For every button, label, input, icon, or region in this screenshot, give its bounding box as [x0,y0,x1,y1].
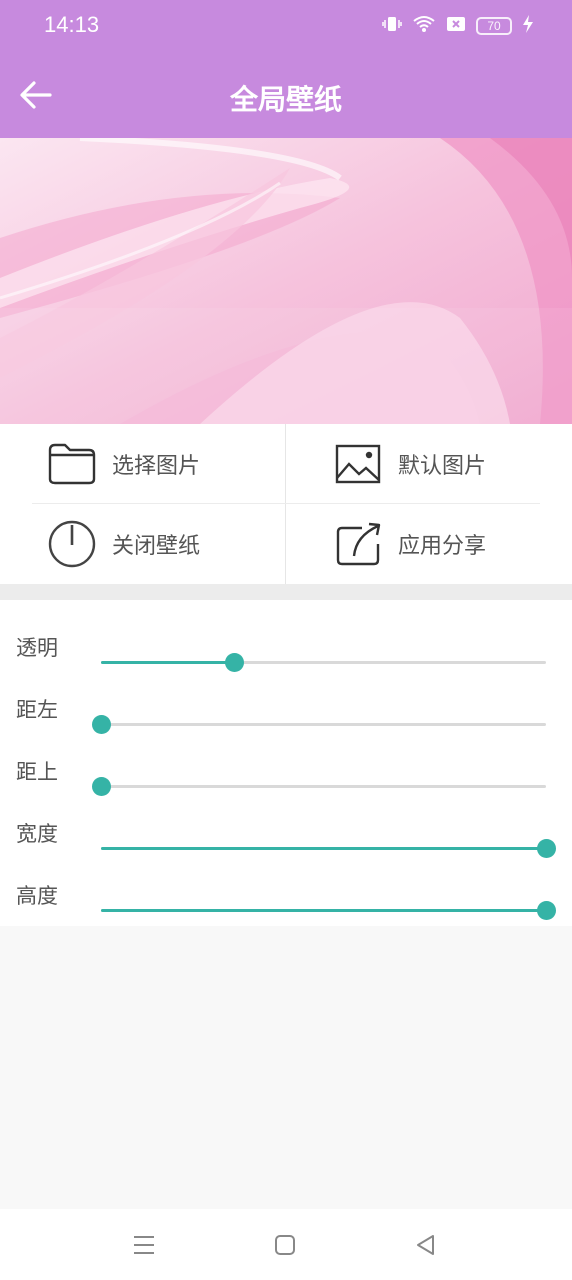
sim-blocked-icon [446,15,466,37]
top-offset-slider[interactable] [91,777,546,796]
height-slider[interactable] [101,901,556,920]
status-bar: 14:13 70 [0,0,572,52]
slider-row-left: 距左 [0,677,572,739]
slider-fill [101,661,235,664]
slider-thumb[interactable] [536,901,556,920]
status-icons: 70 [382,14,534,38]
top-offset-label: 距上 [16,760,58,784]
home-icon [275,1235,295,1255]
width-slider[interactable] [101,839,556,858]
power-icon [46,518,98,570]
slider-panel: 透明 距左 距上 宽度 高度 [0,600,572,926]
select-image-button[interactable]: 选择图片 [46,424,200,504]
folder-icon [46,438,98,490]
wifi-icon [412,14,436,38]
slider-fill [101,847,546,850]
back-nav-button[interactable] [412,1231,440,1259]
vibrate-icon [382,14,402,38]
system-nav-bar [0,1209,572,1280]
default-image-label: 默认图片 [398,454,487,479]
slider-row-height: 高度 [0,863,572,925]
page-title: 全局壁纸 [229,83,342,116]
opacity-slider[interactable] [101,653,546,672]
slider-thumb[interactable] [91,777,111,796]
opacity-label: 透明 [16,636,58,660]
share-app-button[interactable]: 应用分享 [332,504,486,584]
menu-button[interactable] [130,1231,158,1259]
slider-fill [101,909,546,912]
close-wallpaper-button[interactable]: 关闭壁纸 [46,504,200,584]
select-image-label: 选择图片 [112,454,201,479]
home-button[interactable] [271,1231,299,1259]
default-image-button[interactable]: 默认图片 [332,424,486,504]
back-icon [417,1235,434,1255]
image-icon [332,438,384,490]
slider-row-top: 距上 [0,739,572,801]
left-offset-slider[interactable] [91,715,546,734]
share-app-label: 应用分享 [398,534,487,559]
app-bar: 14:13 70 全局壁纸 [0,0,572,138]
section-gap [0,584,572,600]
action-grid: 选择图片 默认图片 关闭壁纸 应用分享 [0,424,572,584]
wallpaper-preview [0,138,572,424]
status-time: 14:13 [44,12,100,37]
menu-icon [134,1236,154,1254]
slider-row-opacity: 透明 [0,615,572,677]
slider-thumb[interactable] [225,653,244,672]
width-label: 宽度 [16,822,58,846]
height-label: 高度 [16,884,58,908]
left-offset-label: 距左 [16,698,58,722]
battery-icon: 70 [476,17,512,35]
slider-thumb[interactable] [91,715,111,734]
divider [285,424,286,584]
slider-row-width: 宽度 [0,801,572,863]
close-wallpaper-label: 关闭壁纸 [112,534,201,559]
charging-icon [522,15,534,37]
share-icon [332,518,384,570]
slider-thumb[interactable] [536,839,556,858]
